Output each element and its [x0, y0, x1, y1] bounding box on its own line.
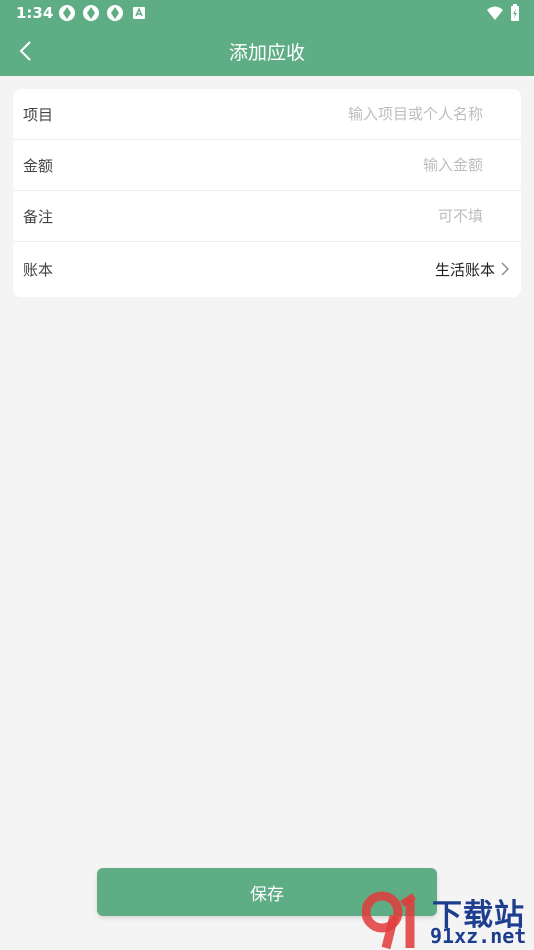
form-row-amount: 金额	[13, 140, 521, 191]
form-row-project: 项目	[13, 89, 521, 140]
nav-bar: 添加应收	[0, 28, 534, 76]
watermark-91-icon	[362, 891, 416, 950]
form-row-account-book[interactable]: 账本 生活账本	[13, 242, 521, 296]
app-notification-icon	[83, 5, 99, 21]
app-notification-icon	[59, 5, 75, 21]
watermark-logo: 下载站 91xz.net	[362, 890, 534, 950]
amount-input[interactable]	[181, 155, 485, 175]
app-header: 1:34 添加应收	[0, 0, 534, 76]
form-row-note: 备注	[13, 191, 521, 242]
project-label: 项目	[23, 105, 54, 124]
notification-icons	[58, 4, 148, 22]
project-input[interactable]	[181, 104, 485, 124]
amount-label: 金额	[23, 156, 54, 175]
wifi-icon	[487, 6, 503, 20]
app-notification-icon	[107, 5, 123, 21]
form-card: 项目 金额 备注 账本 生活账本	[13, 89, 521, 297]
page-title: 添加应收	[228, 42, 305, 64]
status-time: 1:34	[16, 4, 54, 22]
battery-icon	[511, 4, 519, 21]
status-bar: 1:34	[0, 0, 534, 28]
account-book-label: 账本	[23, 260, 54, 279]
account-book-value[interactable]: 生活账本	[435, 259, 495, 280]
system-icons	[486, 4, 520, 22]
font-notification-icon	[133, 7, 145, 19]
note-input[interactable]	[181, 206, 485, 226]
watermark-text-site: 91xz.net	[430, 924, 527, 948]
note-label: 备注	[23, 207, 54, 226]
chevron-right-icon	[501, 262, 509, 276]
